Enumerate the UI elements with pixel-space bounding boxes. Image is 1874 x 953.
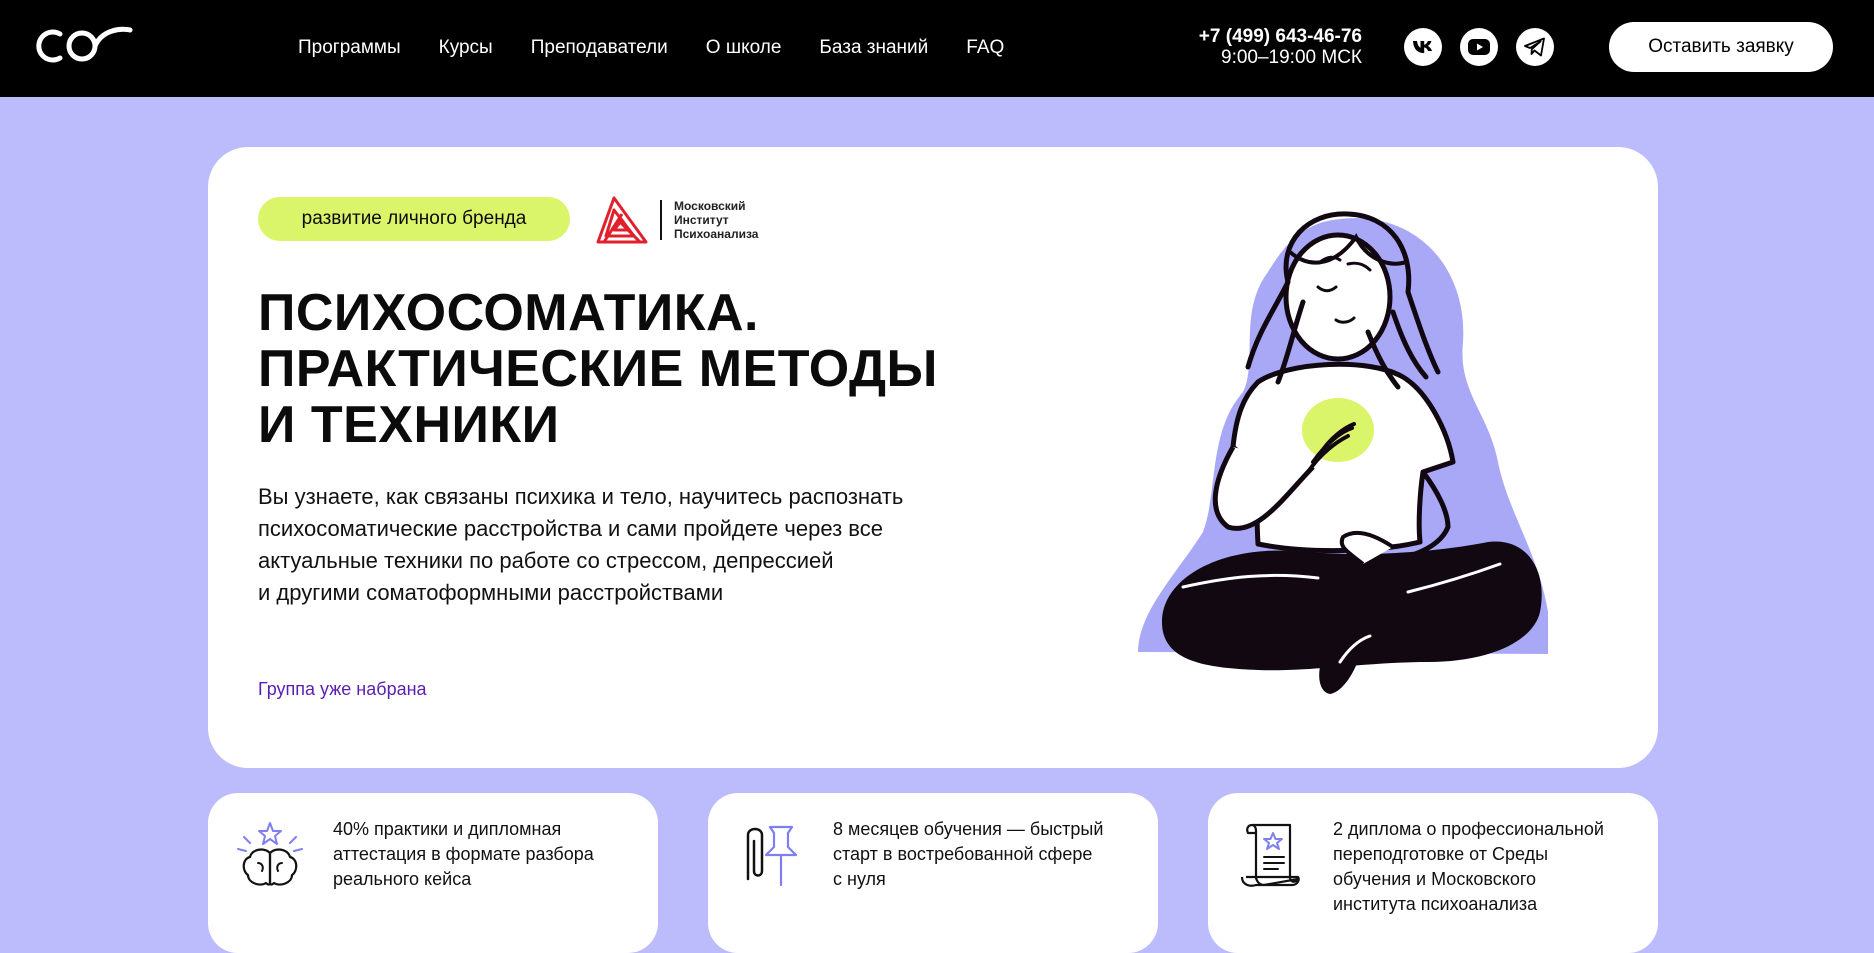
category-tag[interactable]: развитие личного бренда <box>258 197 570 241</box>
logo-icon[interactable] <box>30 22 134 70</box>
youtube-icon[interactable] <box>1460 28 1498 66</box>
feature-card-practice: 40% практики и дипломная аттестация в фо… <box>208 793 658 953</box>
partner-logo: Московский Институт Психоанализа <box>594 194 758 246</box>
nav-item-programs[interactable]: Программы <box>298 36 401 60</box>
vk-icon[interactable] <box>1404 28 1442 66</box>
phone-number[interactable]: +7 (499) 643-46-76 <box>1199 26 1362 47</box>
submit-application-button[interactable]: Оставить заявку <box>1609 22 1833 72</box>
nav-item-about[interactable]: О школе <box>706 36 782 60</box>
hero-card: развитие личного бренда Московский Инсти… <box>208 147 1658 768</box>
nav-item-faq[interactable]: FAQ <box>966 36 1004 60</box>
partner-triangle-icon <box>596 196 648 244</box>
telegram-icon[interactable] <box>1516 28 1554 66</box>
feature-card-duration: 8 месяцев обучения — быстрый старт в вос… <box>708 793 1158 953</box>
working-hours: 9:00–19:00 МСК <box>1221 47 1362 68</box>
site-header: Программы Курсы Преподаватели О школе Ба… <box>0 0 1874 97</box>
page-title: ПСИХОСОМАТИКА. ПРАКТИЧЕСКИЕ МЕТОДЫ И ТЕХ… <box>258 284 938 454</box>
feature-text: 8 месяцев обучения — быстрый старт в вос… <box>833 819 1104 889</box>
social-links <box>1404 28 1554 66</box>
nav-item-teachers[interactable]: Преподаватели <box>531 36 668 60</box>
diploma-scroll-icon <box>1240 823 1300 887</box>
meditating-woman-illustration <box>1138 211 1548 694</box>
contact-block: +7 (499) 643-46-76 9:00–19:00 МСК <box>1199 26 1362 68</box>
feature-text: 2 диплома о профессиональной переподгото… <box>1333 819 1604 914</box>
nav-item-knowledge-base[interactable]: База знаний <box>819 36 928 60</box>
brain-star-icon <box>237 822 303 886</box>
feature-card-diplomas: 2 диплома о профессиональной переподгото… <box>1208 793 1658 953</box>
main-nav: Программы Курсы Преподаватели О школе Ба… <box>298 36 1042 60</box>
nav-item-courses[interactable]: Курсы <box>439 36 493 60</box>
feature-text: 40% практики и дипломная аттестация в фо… <box>333 819 594 889</box>
enrollment-status-link[interactable]: Группа уже набрана <box>258 679 427 700</box>
course-description: Вы узнаете, как связаны психика и тело, … <box>258 484 904 605</box>
paperclip-pin-icon <box>746 825 798 887</box>
partner-name: Московский Институт Психоанализа <box>674 199 759 241</box>
